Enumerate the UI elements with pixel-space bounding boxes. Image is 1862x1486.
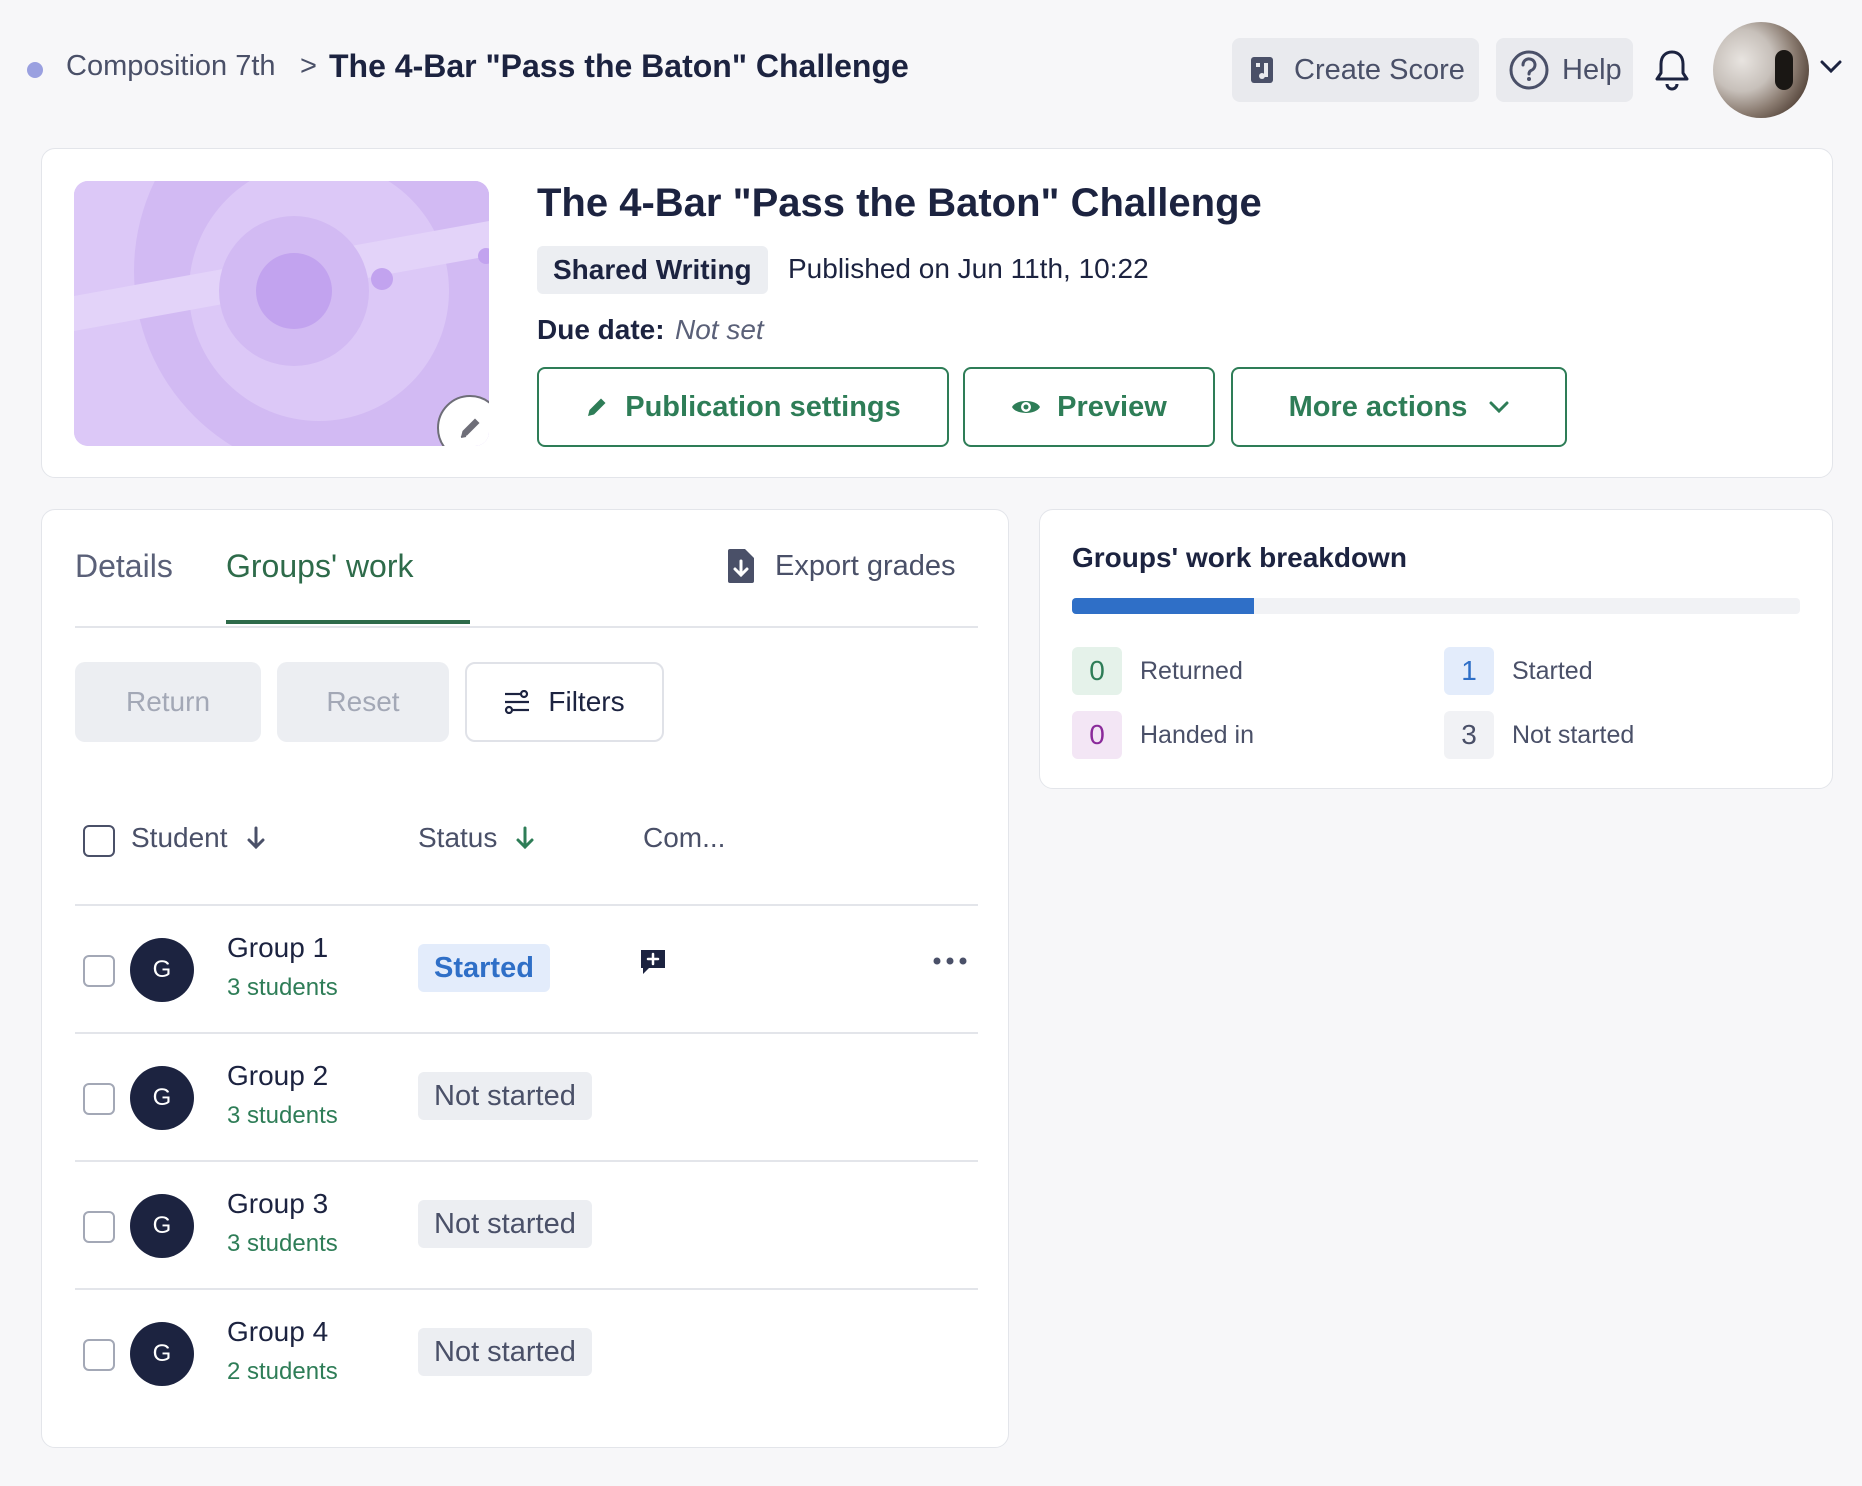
create-score-button[interactable]: Create Score (1232, 38, 1479, 102)
column-header-status[interactable]: Status (418, 822, 535, 854)
stat-not-started-label: Not started (1512, 720, 1635, 749)
sort-arrow-down-icon (247, 826, 265, 850)
score-file-icon (1251, 57, 1273, 83)
group-avatar: G (130, 938, 194, 1002)
preview-label: Preview (1057, 390, 1167, 423)
stat-not-started: 3 Not started (1444, 711, 1634, 759)
group-name[interactable]: Group 2 (227, 1060, 328, 1092)
groups-work-breakdown-card: Groups' work breakdown 0 Returned 1 Star… (1039, 509, 1833, 789)
group-name[interactable]: Group 3 (227, 1188, 328, 1220)
row-checkbox[interactable] (83, 1083, 115, 1115)
column-header-status-label: Status (418, 822, 498, 853)
breadcrumb-dot-icon (27, 62, 43, 78)
breakdown-progress-bar (1072, 598, 1800, 614)
assignment-title: The 4-Bar "Pass the Baton" Challenge (537, 181, 1262, 225)
table-row: G Group 4 2 students Not started (75, 1290, 978, 1418)
status-badge: Started (418, 944, 550, 992)
stat-returned-count: 0 (1072, 647, 1122, 695)
table-row: G Group 2 3 students Not started (75, 1034, 978, 1162)
column-header-student-label: Student (131, 822, 228, 853)
select-all-checkbox[interactable] (83, 825, 115, 857)
publication-settings-label: Publication settings (625, 390, 901, 423)
groups-work-card: Details Groups' work Export grades Retur… (41, 509, 1009, 1448)
row-checkbox[interactable] (83, 955, 115, 987)
table-row: G Group 3 3 students Not started (75, 1162, 978, 1290)
filters-button[interactable]: Filters (465, 662, 664, 742)
add-comment-icon[interactable] (639, 948, 667, 976)
return-button[interactable]: Return (75, 662, 261, 742)
more-actions-button[interactable]: More actions (1231, 367, 1567, 447)
row-checkbox[interactable] (83, 1339, 115, 1371)
group-student-count: 2 students (227, 1358, 338, 1385)
breakdown-title: Groups' work breakdown (1072, 542, 1407, 573)
stat-handed-in-label: Handed in (1140, 720, 1254, 749)
breadcrumb-parent-link[interactable]: Composition 7th (66, 50, 276, 83)
more-options-icon[interactable] (933, 956, 967, 966)
active-tab-indicator (226, 620, 470, 624)
notifications-bell-icon[interactable] (1652, 48, 1692, 92)
assignment-header-card: The 4-Bar "Pass the Baton" Challenge Sha… (41, 148, 1833, 478)
assignment-type-badge: Shared Writing (537, 246, 768, 294)
more-actions-label: More actions (1288, 390, 1468, 423)
group-avatar: G (130, 1194, 194, 1258)
breadcrumb-current: The 4-Bar "Pass the Baton" Challenge (329, 48, 909, 84)
tabs-divider (75, 626, 978, 628)
preview-button[interactable]: Preview (963, 367, 1215, 447)
tab-groups-work[interactable]: Groups' work (226, 548, 414, 585)
chevron-down-icon (1489, 401, 1509, 413)
stat-started: 1 Started (1444, 647, 1593, 695)
due-date-label: Due date: (537, 314, 665, 345)
cover-artwork (74, 181, 489, 446)
file-download-icon (728, 549, 754, 583)
column-header-comments-label: Com... (643, 822, 726, 853)
group-avatar: G (130, 1066, 194, 1130)
column-header-student[interactable]: Student (131, 822, 266, 854)
due-date-value: Not set (675, 314, 764, 345)
export-grades-label: Export grades (775, 549, 956, 582)
export-grades-button[interactable]: Export grades (727, 548, 956, 584)
status-badge: Not started (418, 1200, 592, 1248)
create-score-label: Create Score (1294, 53, 1465, 86)
top-bar: Composition 7th > The 4-Bar "Pass the Ba… (0, 0, 1862, 140)
stat-returned: 0 Returned (1072, 647, 1243, 695)
group-name[interactable]: Group 4 (227, 1316, 328, 1348)
status-badge: Not started (418, 1328, 592, 1376)
filters-label: Filters (548, 686, 625, 717)
chevron-down-icon[interactable] (1820, 60, 1842, 74)
help-button[interactable]: Help (1496, 38, 1633, 102)
pencil-icon (460, 418, 480, 438)
breadcrumb-separator: > (300, 50, 317, 82)
breakdown-progress-fill (1072, 598, 1254, 614)
status-badge: Not started (418, 1072, 592, 1120)
group-avatar: G (130, 1322, 194, 1386)
table-row: G Group 1 3 students Started (75, 906, 978, 1034)
stat-handed-in: 0 Handed in (1072, 711, 1254, 759)
group-student-count: 3 students (227, 1230, 338, 1257)
pencil-icon (588, 398, 606, 416)
stat-not-started-count: 3 (1444, 711, 1494, 759)
group-student-count: 3 students (227, 1102, 338, 1129)
stat-started-count: 1 (1444, 647, 1494, 695)
help-circle-icon (1509, 50, 1549, 90)
group-student-count: 3 students (227, 974, 338, 1001)
group-name[interactable]: Group 1 (227, 932, 328, 964)
eye-icon (1012, 401, 1041, 413)
filter-sliders-icon (505, 690, 530, 714)
column-header-comments[interactable]: Com... (643, 822, 725, 854)
row-checkbox[interactable] (83, 1211, 115, 1243)
published-date: Published on Jun 11th, 10:22 (788, 253, 1149, 284)
stat-handed-in-count: 0 (1072, 711, 1122, 759)
help-label: Help (1562, 53, 1622, 86)
cover-image (74, 181, 489, 446)
reset-button[interactable]: Reset (277, 662, 449, 742)
stat-started-label: Started (1512, 656, 1593, 685)
tab-details[interactable]: Details (75, 548, 173, 585)
publication-settings-button[interactable]: Publication settings (537, 367, 949, 447)
sort-arrow-down-icon (516, 826, 534, 850)
stat-returned-label: Returned (1140, 656, 1243, 685)
user-avatar[interactable] (1713, 22, 1809, 118)
